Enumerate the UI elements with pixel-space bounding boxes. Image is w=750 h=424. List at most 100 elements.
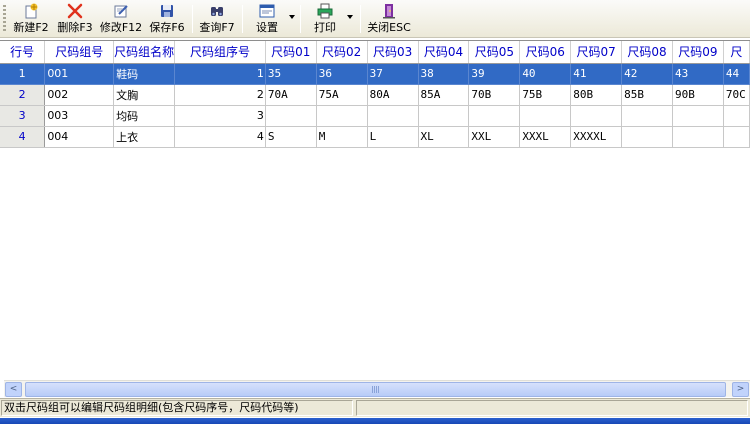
- size-code-cell[interactable]: [723, 126, 750, 148]
- size-group-name-cell[interactable]: 鞋码: [113, 63, 176, 85]
- size-group-seq-cell[interactable]: 3: [174, 105, 266, 127]
- size-code-cell[interactable]: 85B: [621, 84, 673, 106]
- column-header[interactable]: 尺码07: [570, 41, 623, 64]
- table-row[interactable]: 2 002 文胸 2 70A 75A 80A 85A 70B 75B 80B 85B 90B 70C: [0, 84, 750, 106]
- size-code-cell[interactable]: M: [316, 126, 368, 148]
- table-row[interactable]: 1 001 鞋码 1 35 36 37 38 39 40 41 42 43 44: [0, 63, 750, 85]
- size-code-cell[interactable]: 80B: [570, 84, 623, 106]
- row-number-cell[interactable]: 3: [0, 105, 46, 127]
- horizontal-scrollbar[interactable]: < >: [4, 380, 750, 397]
- size-code-cell[interactable]: 35: [265, 63, 317, 85]
- row-number-cell[interactable]: 2: [0, 84, 46, 106]
- size-code-cell[interactable]: 80A: [367, 84, 419, 106]
- scroll-left-button[interactable]: <: [5, 382, 22, 397]
- toolbar-separator: [360, 5, 361, 33]
- settings-dropdown-arrow[interactable]: [289, 15, 295, 19]
- size-code-cell[interactable]: [316, 105, 368, 127]
- print-button[interactable]: 打印: [308, 1, 342, 37]
- size-code-cell[interactable]: 40: [519, 63, 572, 85]
- settings-button[interactable]: 设置: [250, 1, 284, 37]
- size-code-cell[interactable]: 42: [621, 63, 673, 85]
- column-header[interactable]: 尺码05: [468, 41, 521, 64]
- column-header[interactable]: 尺码04: [418, 41, 470, 64]
- size-code-cell[interactable]: XL: [418, 126, 470, 148]
- query-button[interactable]: 查询F7: [197, 1, 237, 37]
- column-header[interactable]: 尺码09: [672, 41, 724, 64]
- table-row[interactable]: 4 004 上衣 4 S M L XL XXL XXXL XXXXL: [0, 126, 750, 148]
- delete-button[interactable]: 删除F3: [55, 1, 95, 37]
- size-group-seq-cell[interactable]: 1: [174, 63, 266, 85]
- size-code-cell[interactable]: 70C: [723, 84, 750, 106]
- size-code-cell[interactable]: XXXL: [519, 126, 572, 148]
- size-code-cell[interactable]: 37: [367, 63, 419, 85]
- size-code-cell[interactable]: 43: [672, 63, 724, 85]
- size-code-cell[interactable]: 70B: [468, 84, 521, 106]
- size-group-seq-cell[interactable]: 2: [174, 84, 266, 106]
- table-row[interactable]: 3 003 均码 3: [0, 105, 750, 127]
- size-code-cell[interactable]: [418, 105, 470, 127]
- size-code-cell[interactable]: [723, 105, 750, 127]
- close-button-label: 关闭ESC: [367, 21, 411, 34]
- column-header[interactable]: 行号: [0, 41, 46, 64]
- size-group-name-cell[interactable]: 上衣: [113, 126, 176, 148]
- toolbar-grip[interactable]: [3, 5, 6, 33]
- size-group-code-cell[interactable]: 003: [44, 105, 115, 127]
- size-code-cell[interactable]: [621, 105, 673, 127]
- size-code-cell[interactable]: XXXXL: [570, 126, 623, 148]
- edit-icon: [113, 3, 129, 19]
- size-group-window: 新建F2 删除F3 修改F12 保存F6 查询F7 设置 打印 关闭ESC 行号…: [0, 0, 750, 424]
- size-code-cell[interactable]: XXL: [468, 126, 521, 148]
- size-code-cell[interactable]: [621, 126, 673, 148]
- size-code-cell[interactable]: 90B: [672, 84, 724, 106]
- taskbar-strip: [0, 418, 750, 424]
- column-header[interactable]: 尺码组号: [44, 41, 115, 64]
- column-header[interactable]: 尺码03: [367, 41, 419, 64]
- size-group-code-cell[interactable]: 002: [44, 84, 115, 106]
- printer-icon: [317, 3, 333, 19]
- scroll-thumb[interactable]: [25, 382, 726, 397]
- close-button[interactable]: 关闭ESC: [366, 1, 412, 37]
- size-code-cell[interactable]: 75B: [519, 84, 572, 106]
- column-header[interactable]: 尺码组名称: [113, 41, 176, 64]
- size-code-cell[interactable]: [672, 126, 724, 148]
- column-header[interactable]: 尺: [723, 41, 750, 64]
- size-code-cell[interactable]: S: [265, 126, 317, 148]
- column-header[interactable]: 尺码组序号: [174, 41, 266, 64]
- size-code-cell[interactable]: 85A: [418, 84, 470, 106]
- status-bar: 双击尺码组可以编辑尺码组明细(包含尺码序号，尺码代码等): [0, 398, 750, 417]
- size-group-code-cell[interactable]: 001: [44, 63, 115, 85]
- size-code-cell[interactable]: L: [367, 126, 419, 148]
- new-button[interactable]: 新建F2: [11, 1, 51, 37]
- column-header[interactable]: 尺码08: [621, 41, 673, 64]
- size-code-cell[interactable]: 70A: [265, 84, 317, 106]
- print-dropdown-arrow[interactable]: [347, 15, 353, 19]
- size-group-grid[interactable]: 行号 尺码组号 尺码组名称 尺码组序号 尺码01 尺码02 尺码03 尺码04 …: [0, 40, 750, 378]
- edit-button[interactable]: 修改F12: [98, 1, 144, 37]
- scroll-right-button[interactable]: >: [732, 382, 749, 397]
- size-code-cell[interactable]: 38: [418, 63, 470, 85]
- size-group-name-cell[interactable]: 文胸: [113, 84, 176, 106]
- size-code-cell[interactable]: 75A: [316, 84, 368, 106]
- size-code-cell[interactable]: 44: [723, 63, 750, 85]
- size-code-cell[interactable]: [265, 105, 317, 127]
- save-button[interactable]: 保存F6: [147, 1, 187, 37]
- size-code-cell[interactable]: [468, 105, 521, 127]
- size-group-code-cell[interactable]: 004: [44, 126, 115, 148]
- edit-button-label: 修改F12: [99, 21, 143, 34]
- settings-window-icon: [259, 3, 275, 19]
- size-code-cell[interactable]: [367, 105, 419, 127]
- size-group-name-cell[interactable]: 均码: [113, 105, 176, 127]
- exit-door-icon: [381, 3, 397, 19]
- row-number-cell[interactable]: 1: [0, 63, 46, 85]
- size-group-seq-cell[interactable]: 4: [174, 126, 266, 148]
- size-code-cell[interactable]: [672, 105, 724, 127]
- column-header[interactable]: 尺码01: [265, 41, 317, 64]
- column-header[interactable]: 尺码06: [519, 41, 572, 64]
- size-code-cell[interactable]: 41: [570, 63, 623, 85]
- size-code-cell[interactable]: [570, 105, 623, 127]
- column-header[interactable]: 尺码02: [316, 41, 368, 64]
- size-code-cell[interactable]: 36: [316, 63, 368, 85]
- row-number-cell[interactable]: 4: [0, 126, 46, 148]
- size-code-cell[interactable]: [519, 105, 572, 127]
- size-code-cell[interactable]: 39: [468, 63, 521, 85]
